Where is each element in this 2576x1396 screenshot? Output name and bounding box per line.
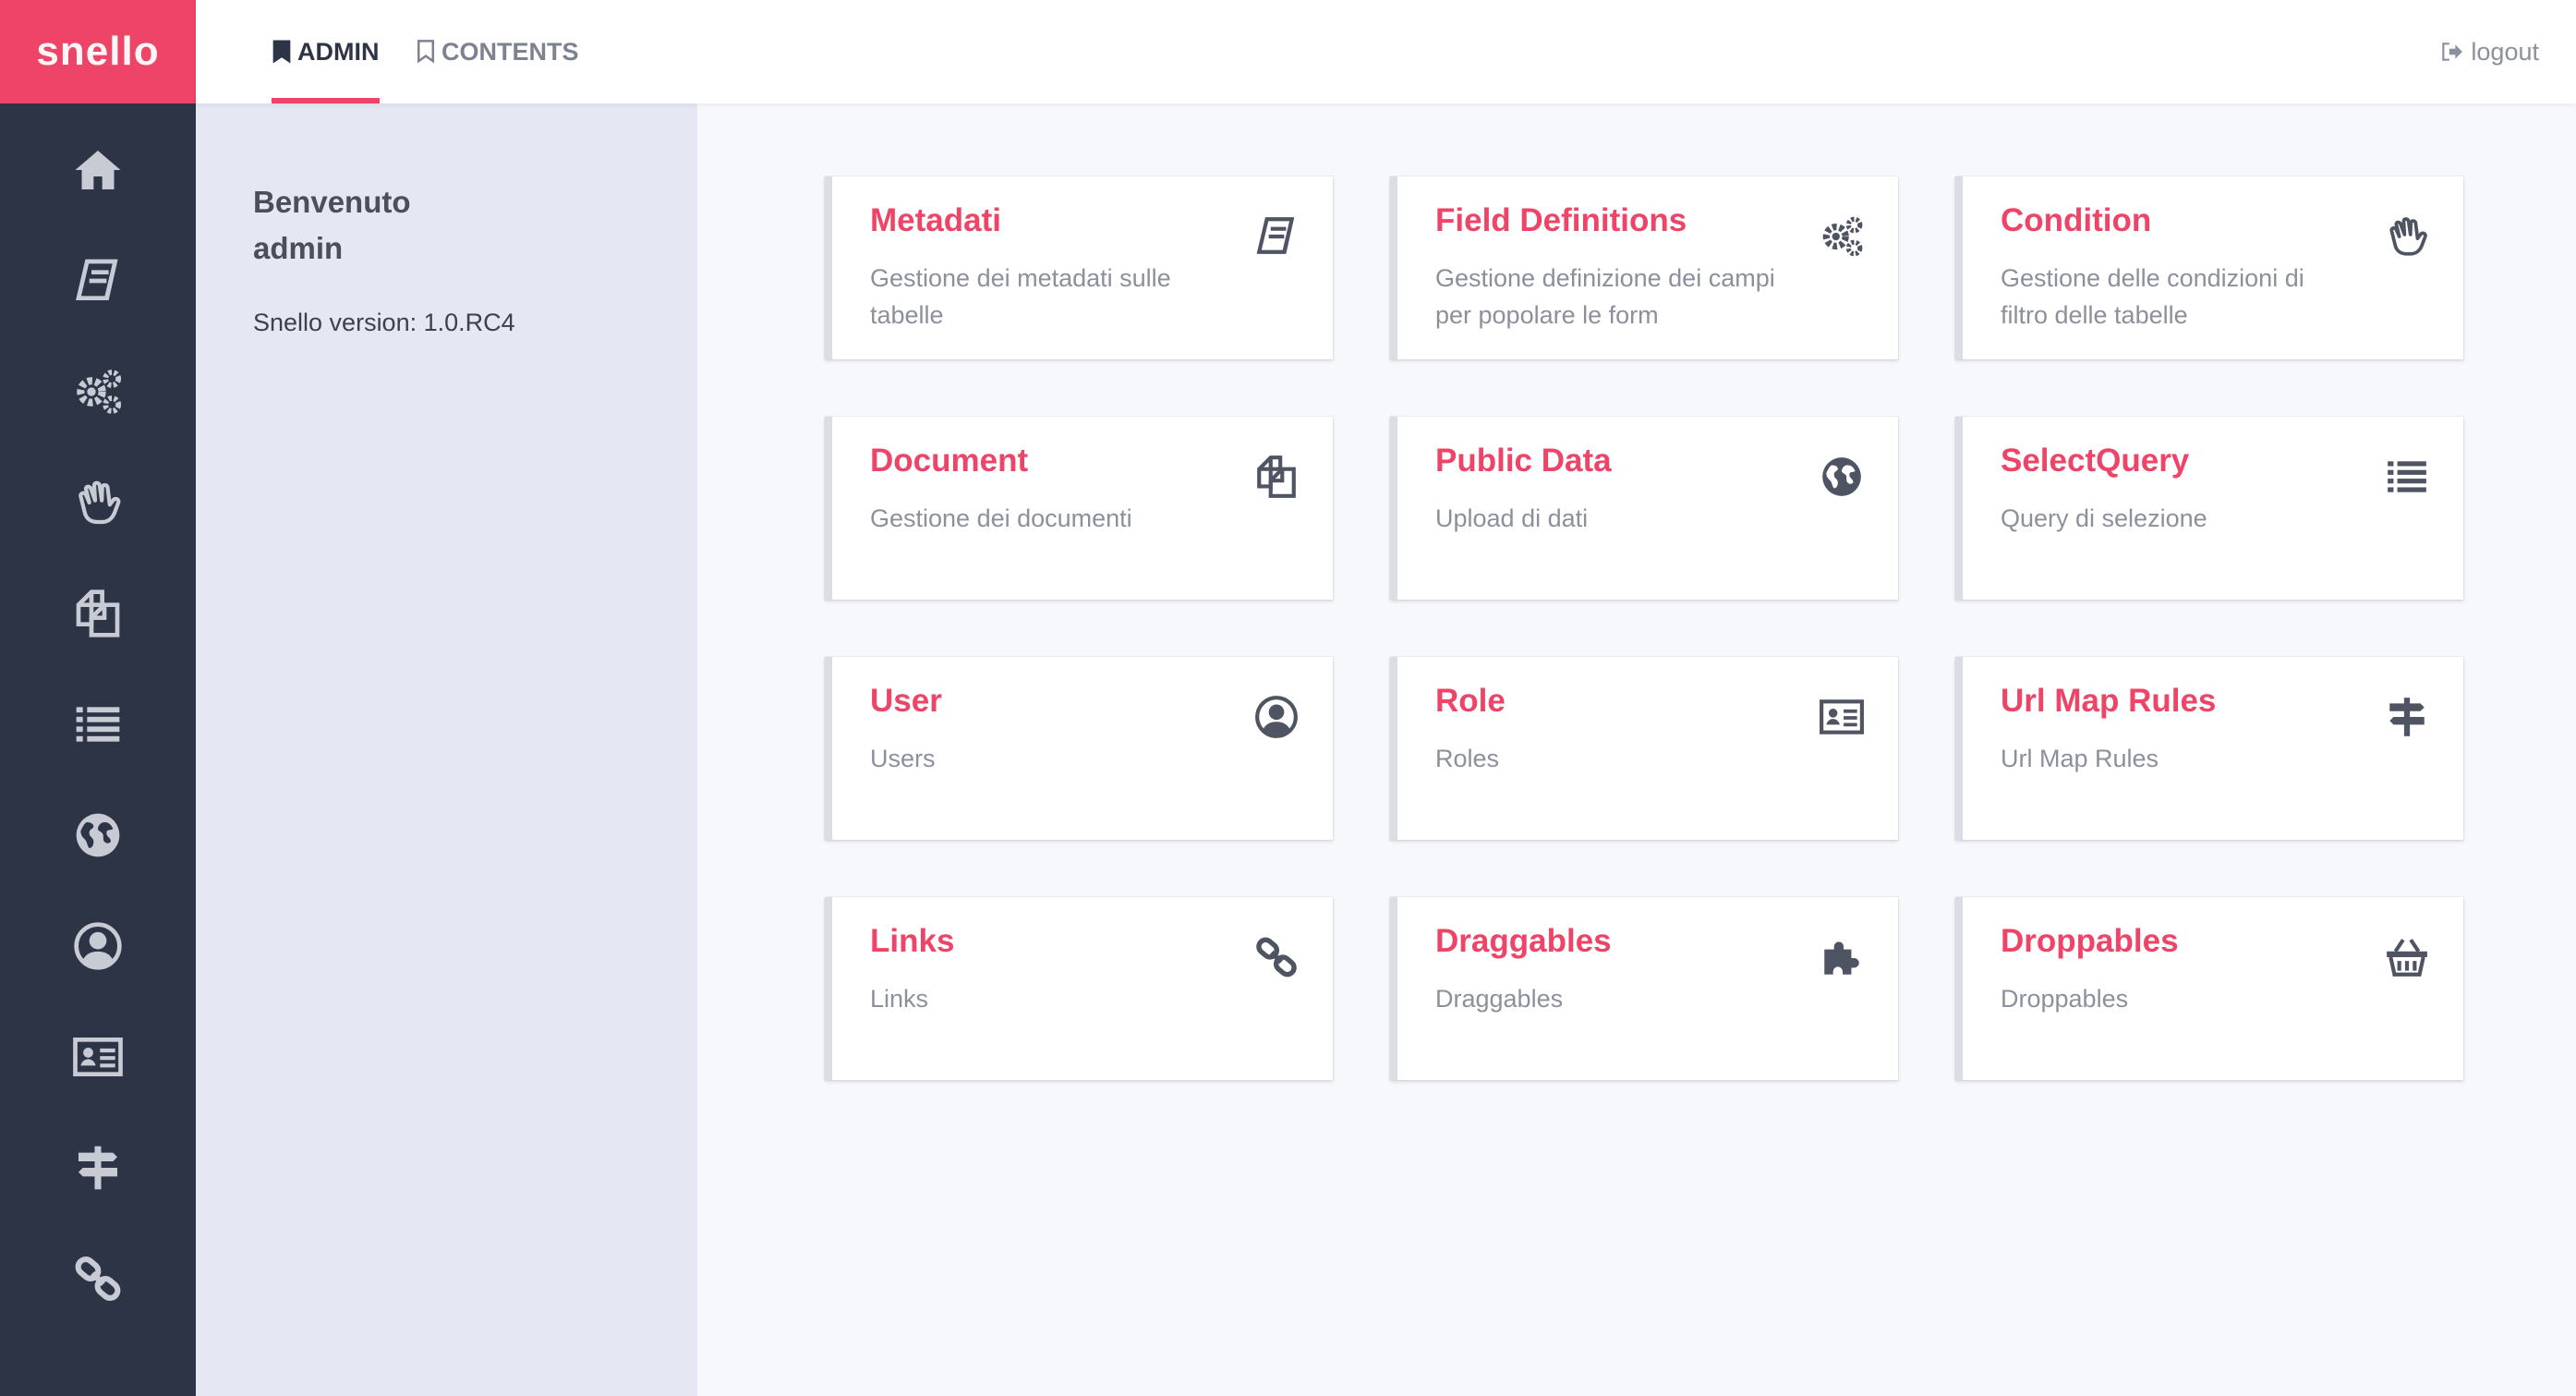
hand-icon — [2389, 217, 2427, 256]
signpost-icon — [2389, 698, 2425, 736]
card-url-map-rules[interactable]: Url Map Rules Url Map Rules — [1955, 657, 2463, 840]
card-title: Metadati — [870, 202, 1001, 238]
globe-icon — [1822, 457, 1861, 496]
globe-icon — [76, 813, 120, 857]
card-description: Gestione dei documenti — [870, 504, 1132, 532]
sidebar-item-selectquery[interactable] — [0, 687, 196, 761]
card-description: Gestione dei metadati sulle tabelle — [870, 264, 1171, 329]
welcome-username: admin — [253, 231, 344, 265]
tab-contents[interactable]: CONTENTS — [416, 0, 579, 103]
welcome-greeting: Benvenuto — [253, 185, 411, 219]
list-icon — [2388, 461, 2426, 492]
card-description: Users — [870, 745, 936, 772]
welcome-panel: Benvenuto admin Snello version: 1.0.RC4 — [196, 103, 697, 1396]
card-public-data[interactable]: Public Data Upload di dati — [1390, 417, 1898, 600]
card-metadati[interactable]: Metadati Gestione dei metadati sulle tab… — [825, 176, 1333, 359]
card-selectquery[interactable]: SelectQuery Query di selezione — [1955, 417, 2463, 600]
card-description: Gestione delle condizioni di filtro dell… — [2001, 264, 2304, 329]
card-description: Gestione definizione dei campi per popol… — [1435, 264, 1775, 329]
tab-contents-label: CONTENTS — [441, 37, 579, 66]
card-document[interactable]: Document Gestione dei documenti — [825, 417, 1333, 600]
sidebar-item-public-data[interactable] — [0, 798, 196, 872]
signpost-icon — [79, 1146, 117, 1190]
id-card-icon — [1820, 699, 1864, 734]
copy-icon — [76, 589, 120, 637]
link-icon — [1256, 937, 1297, 977]
logo-text: snello — [36, 29, 160, 74]
card-condition[interactable]: Condition Gestione delle condizioni di f… — [1955, 176, 2463, 359]
card-draggables[interactable]: Draggables Draggables — [1390, 897, 1898, 1080]
card-description: Draggables — [1435, 985, 1564, 1013]
card-title: Links — [870, 923, 955, 959]
sidebar-item-links[interactable] — [0, 1242, 196, 1316]
hand-icon — [79, 480, 121, 525]
card-title: Droppables — [2001, 923, 2179, 959]
basket-icon — [2387, 939, 2427, 977]
user-circle-icon — [1255, 696, 1298, 738]
card-title: Draggables — [1435, 923, 1612, 959]
card-title: SelectQuery — [2001, 443, 2190, 479]
home-icon — [75, 151, 121, 189]
gears-icon — [77, 370, 122, 414]
bookmark-outline-icon — [417, 40, 435, 64]
sidebar-item-condition[interactable] — [0, 466, 196, 540]
book-icon — [1256, 217, 1295, 254]
card-droppables[interactable]: Droppables Droppables — [1955, 897, 2463, 1080]
id-card-icon — [73, 1038, 123, 1076]
user-circle-icon — [74, 922, 122, 970]
sidebar-item-home[interactable] — [0, 133, 196, 207]
card-title: Public Data — [1435, 443, 1612, 479]
sidebar-item-document[interactable] — [0, 577, 196, 650]
card-title: Field Definitions — [1435, 202, 1687, 238]
book-icon — [76, 259, 118, 300]
list-icon — [76, 707, 120, 742]
bookmark-filled-icon — [272, 40, 291, 64]
logout-link[interactable]: logout — [2439, 0, 2539, 103]
sidebar-item-role[interactable] — [0, 1020, 196, 1094]
tab-admin[interactable]: ADMIN — [272, 0, 380, 103]
top-navbar: ADMIN CONTENTS logout — [196, 0, 2576, 103]
card-description: Query di selezione — [2001, 504, 2207, 532]
puzzle-icon — [1824, 941, 1859, 975]
card-description: Roles — [1435, 745, 1500, 772]
card-description: Url Map Rules — [2001, 745, 2159, 772]
card-description: Upload di dati — [1435, 504, 1589, 532]
card-role[interactable]: Role Roles — [1390, 657, 1898, 840]
card-description: Droppables — [2001, 985, 2129, 1013]
welcome-heading: Benvenuto admin — [253, 179, 411, 272]
sidebar-item-url-map-rules[interactable] — [0, 1131, 196, 1205]
card-user[interactable]: User Users — [825, 657, 1333, 840]
sidebar-item-user[interactable] — [0, 909, 196, 983]
link-icon — [75, 1256, 121, 1301]
logout-label: logout — [2471, 37, 2539, 66]
sign-out-icon — [2442, 42, 2463, 61]
card-description: Links — [870, 985, 929, 1013]
version-text: Snello version: 1.0.RC4 — [253, 309, 515, 336]
sidebar — [0, 103, 196, 1396]
card-title: Role — [1435, 683, 1506, 719]
card-title: Url Map Rules — [2001, 683, 2217, 719]
sidebar-item-metadati[interactable] — [0, 244, 196, 318]
copy-icon — [1257, 455, 1296, 498]
tab-admin-label: ADMIN — [297, 37, 380, 66]
card-title: User — [870, 683, 942, 719]
card-title: Condition — [2001, 202, 2152, 238]
gears-icon — [1822, 216, 1863, 257]
card-title: Document — [870, 443, 1029, 479]
app-logo[interactable]: snello — [0, 0, 196, 103]
sidebar-item-field-definitions[interactable] — [0, 355, 196, 429]
card-links[interactable]: Links Links — [825, 897, 1333, 1080]
card-field-definitions[interactable]: Field Definitions Gestione definizione d… — [1390, 176, 1898, 359]
